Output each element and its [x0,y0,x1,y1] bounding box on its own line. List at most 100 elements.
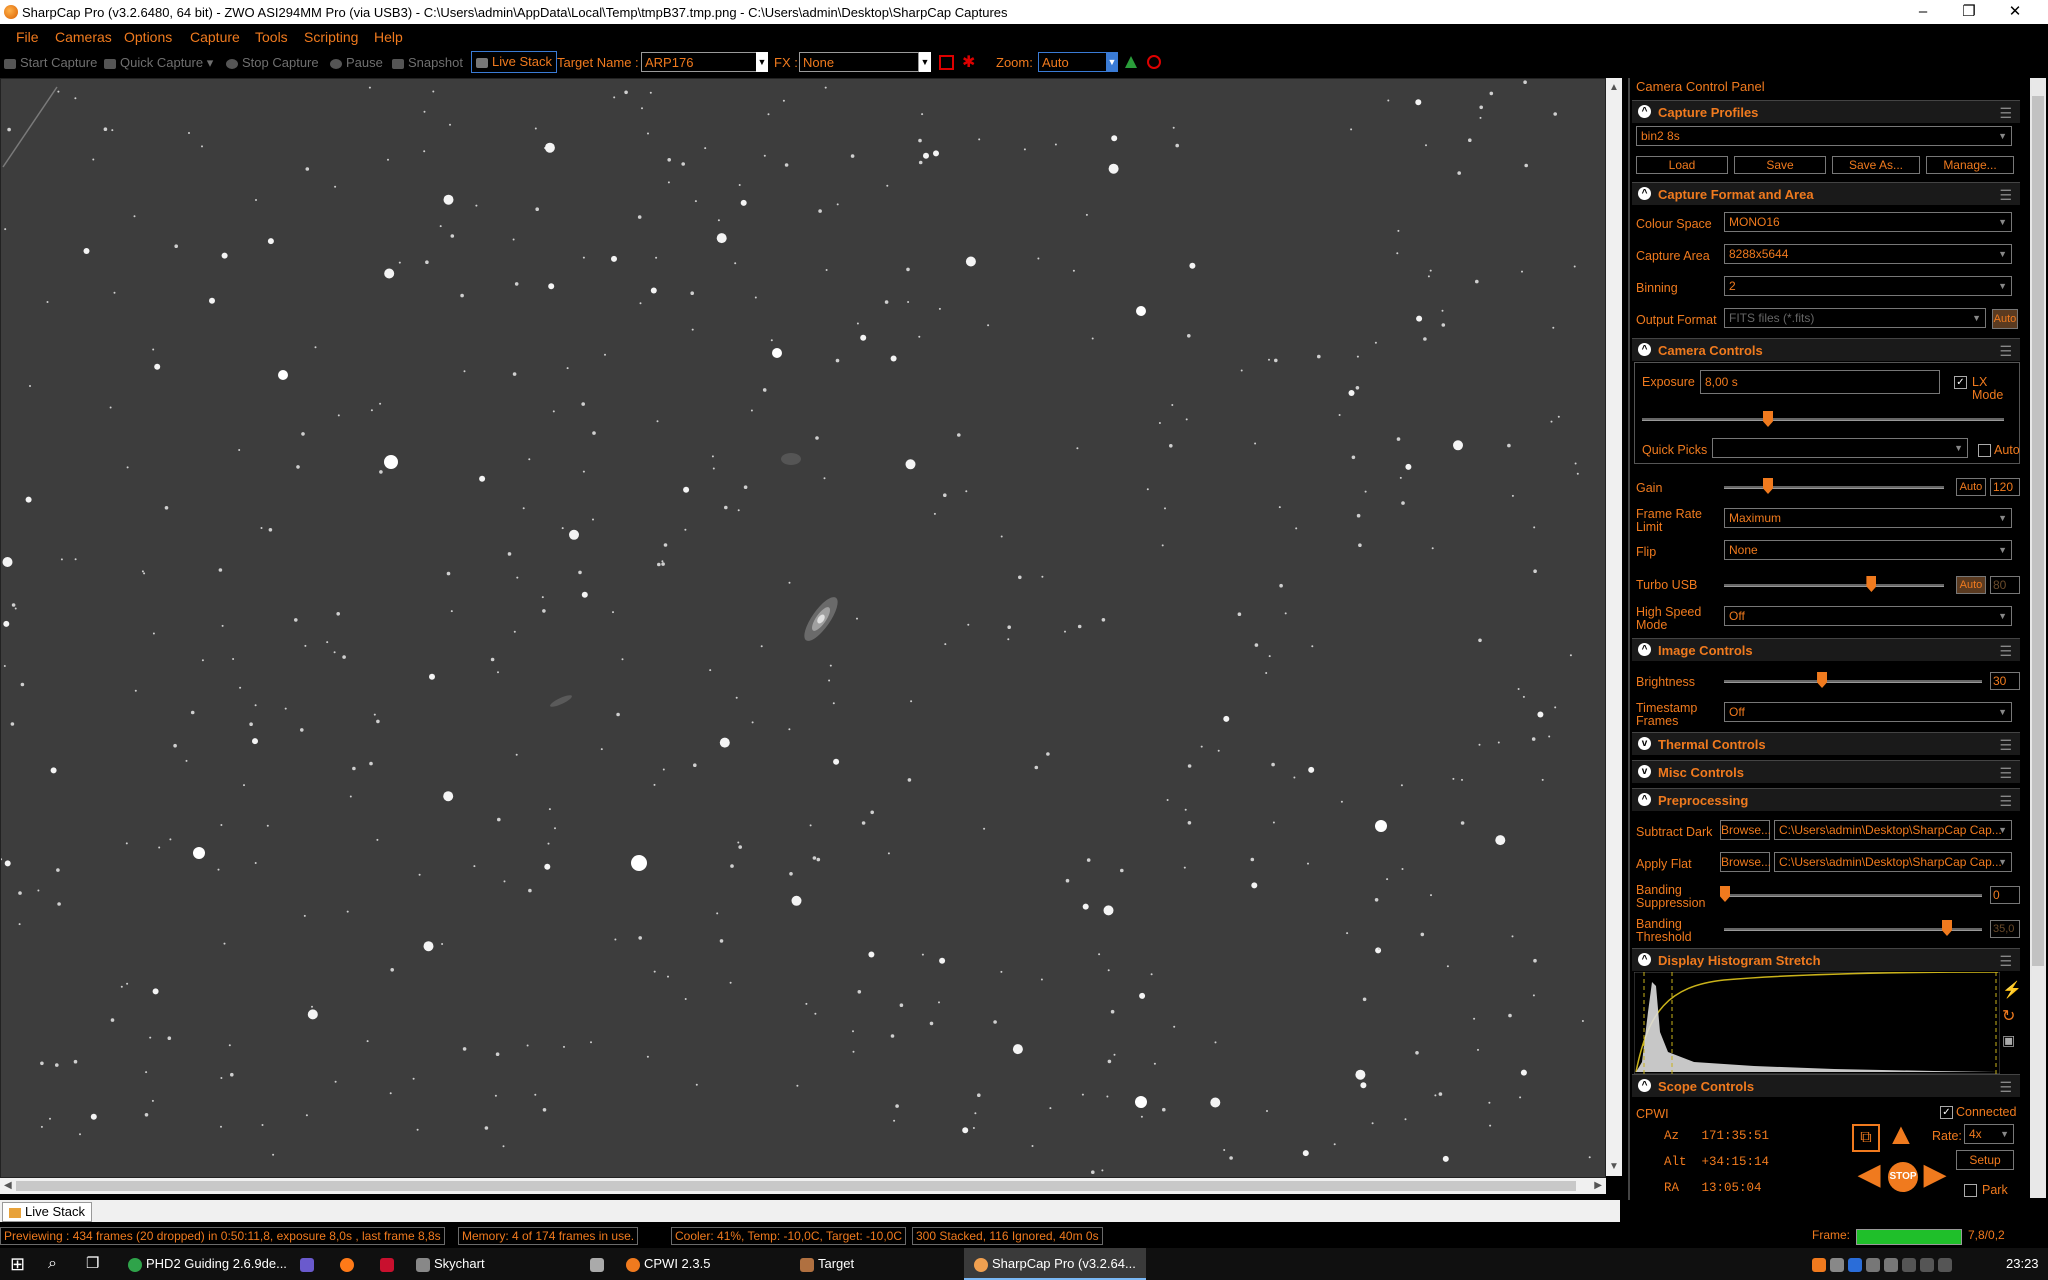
zoom-fit-icon[interactable] [1147,55,1161,69]
menu-help[interactable]: Help [374,29,403,45]
tab-live-stack[interactable]: Live Stack [2,1202,92,1222]
gain-input[interactable]: 120 [1990,478,2020,496]
turbo-usb-slider-thumb[interactable] [1866,576,1877,592]
section-image-controls[interactable]: ^ Image Controls ☰ [1632,638,2020,661]
turbo-usb-input[interactable]: 80 [1990,576,2020,594]
high-speed-select[interactable]: Off ▼ [1724,606,2012,626]
section-menu-icon[interactable]: ☰ [1999,737,2012,754]
banding-suppression-input[interactable]: 0 [1990,886,2020,904]
save-as-button[interactable]: Save As... [1832,156,1920,174]
quick-capture-button[interactable]: Quick Capture ▾ [104,55,213,71]
arrow-right-icon[interactable]: ▶ [1920,1160,1950,1190]
scope-setup-button[interactable]: Setup [1956,1150,2014,1170]
banding-suppression-slider[interactable] [1724,894,1982,897]
exposure-slider[interactable] [1642,418,2004,421]
menu-capture[interactable]: Capture [190,29,240,45]
section-preprocessing[interactable]: ^ Preprocessing ☰ [1632,788,2020,811]
menu-scripting[interactable]: Scripting [304,29,358,45]
panel-scroll-thumb[interactable] [2032,96,2044,966]
menu-file[interactable]: File [16,29,39,45]
arrow-left-icon[interactable]: ◀ [1854,1160,1884,1190]
arrow-up-icon[interactable]: ▲ [1886,1120,1916,1150]
quick-picks-select[interactable]: ▼ [1712,438,1968,458]
collapse-icon[interactable]: ^ [1638,953,1651,966]
taskbar-app-1[interactable] [300,1248,318,1280]
histogram-chart[interactable] [1634,972,2000,1074]
lx-mode-checkbox[interactable]: ✓ [1954,376,1967,389]
section-menu-icon[interactable]: ☰ [1999,187,2012,204]
target-name-dropdown-icon[interactable]: ▼ [756,52,768,72]
turbo-usb-slider[interactable] [1724,584,1944,587]
section-menu-icon[interactable]: ☰ [1999,765,2012,782]
capture-area-select[interactable]: 8288x5644 ▼ [1724,244,2012,264]
taskbar-asi[interactable] [380,1248,398,1280]
scroll-left-icon[interactable]: ◀ [4,1180,12,1191]
fx-select[interactable]: None [799,52,919,72]
fx-dropdown-icon[interactable]: ▼ [919,52,931,72]
collapse-icon[interactable]: ^ [1638,343,1651,356]
expand-icon[interactable]: v [1638,737,1651,750]
gain-slider[interactable] [1724,486,1944,489]
turbo-usb-auto-button[interactable]: Auto [1956,576,1986,594]
section-capture-format[interactable]: ^ Capture Format and Area ☰ [1632,182,2020,205]
quick-picks-auto-checkbox[interactable] [1978,444,1991,457]
manage-button[interactable]: Manage... [1926,156,2014,174]
section-menu-icon[interactable]: ☰ [1999,953,2012,970]
timestamp-select[interactable]: Off ▼ [1724,702,2012,722]
zoom-select[interactable]: Auto [1038,52,1108,72]
collapse-icon[interactable]: ^ [1638,105,1651,118]
start-capture-button[interactable]: Start Capture [4,55,97,70]
image-viewport[interactable] [0,78,1606,1178]
exposure-input[interactable]: 8,00 s [1700,370,1940,394]
focus-assist-icon[interactable]: ✱ [962,52,975,72]
output-format-select[interactable]: FITS files (*.fits) ▼ [1724,308,1986,328]
menu-tools[interactable]: Tools [255,29,288,45]
pause-button[interactable]: Pause [330,55,383,70]
section-menu-icon[interactable]: ☰ [1999,793,2012,810]
connected-checkbox[interactable]: ✓ [1940,1106,1953,1119]
browse-flat-button[interactable]: Browse... [1720,852,1771,872]
panel-vertical-scrollbar[interactable] [2030,78,2046,1198]
section-thermal-controls[interactable]: v Thermal Controls ☰ [1632,732,2020,755]
scroll-thumb[interactable] [16,1181,1576,1191]
selection-area-icon[interactable] [939,55,954,70]
scroll-up-icon[interactable]: ▲ [1609,82,1619,93]
collapse-icon[interactable]: ^ [1638,643,1651,656]
reset-icon[interactable]: ↻ [2002,1006,2015,1026]
target-name-field[interactable]: ARP176 [641,52,761,72]
section-scope-controls[interactable]: ^ Scope Controls ☰ [1632,1074,2020,1097]
start-icon[interactable]: ⊞ [10,1248,25,1280]
flip-select[interactable]: None ▼ [1724,540,2012,560]
banding-threshold-input[interactable]: 35,0 [1990,920,2020,938]
taskbar-sharpcap[interactable]: SharpCap Pro (v3.2.64... [964,1248,1146,1280]
section-menu-icon[interactable]: ☰ [1999,105,2012,122]
frame-rate-select[interactable]: Maximum ▼ [1724,508,2012,528]
zoom-dropdown-icon[interactable]: ▼ [1106,52,1118,72]
tray-icons[interactable] [1812,1248,1956,1280]
collapse-icon[interactable]: ^ [1638,187,1651,200]
collapse-icon[interactable]: ^ [1638,793,1651,806]
goto-icon[interactable]: ⧉ [1852,1124,1880,1152]
taskbar-cpwi[interactable]: CPWI 2.3.5 [626,1248,710,1280]
rate-select[interactable]: 4x ▼ [1964,1124,2014,1144]
collapse-icon[interactable]: ^ [1638,1079,1651,1092]
brightness-slider[interactable] [1724,680,1982,683]
viewport-vertical-scrollbar[interactable]: ▲ ▼ [1606,78,1622,1176]
binning-select[interactable]: 2 ▼ [1724,276,2012,296]
output-format-auto-button[interactable]: Auto [1992,309,2018,329]
snapshot-button[interactable]: Snapshot [392,55,463,70]
load-button[interactable]: Load [1636,156,1728,174]
section-camera-controls[interactable]: ^ Camera Controls ☰ [1632,338,2020,361]
save-button[interactable]: Save [1734,156,1826,174]
task-view-icon[interactable]: ❐ [86,1248,99,1280]
taskbar-firefox[interactable] [340,1248,358,1280]
scroll-down-icon[interactable]: ▼ [1609,1161,1619,1172]
scroll-right-icon[interactable]: ▶ [1594,1180,1602,1191]
section-menu-icon[interactable]: ☰ [1999,643,2012,660]
save-icon[interactable]: ▣ [2002,1032,2015,1049]
expand-icon[interactable]: v [1638,765,1651,778]
park-checkbox[interactable] [1964,1184,1977,1197]
viewport-horizontal-scrollbar[interactable]: ◀ ▶ [0,1178,1606,1194]
histogram-icon[interactable] [1125,56,1137,68]
section-capture-profiles[interactable]: ^ Capture Profiles ☰ [1632,100,2020,123]
